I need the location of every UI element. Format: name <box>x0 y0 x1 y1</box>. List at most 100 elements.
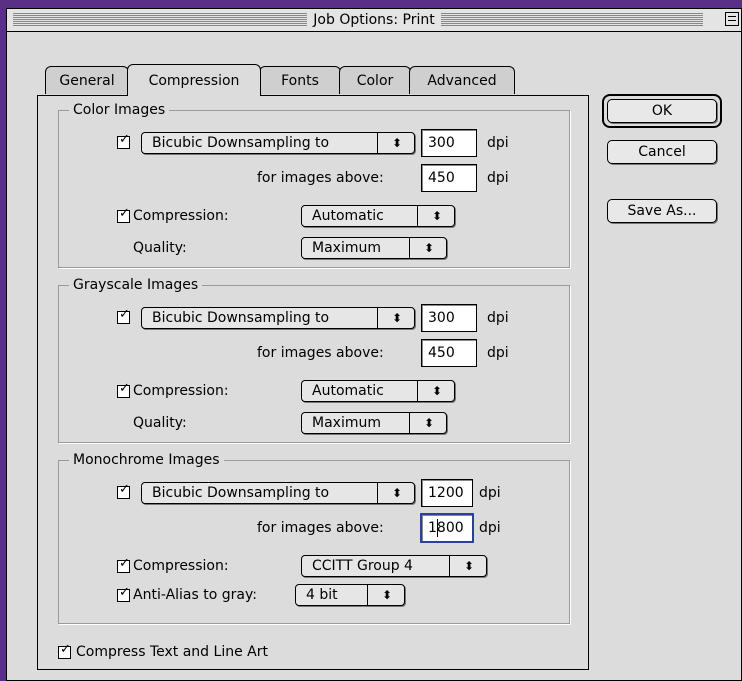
job-options-window: Job Options: Print General Compression F… <box>6 8 742 681</box>
cancel-button[interactable]: Cancel <box>607 140 717 164</box>
tab-color-label: Color <box>356 73 394 89</box>
mono-above-dpi-label: dpi <box>479 520 501 536</box>
collapse-box-icon[interactable] <box>725 12 739 26</box>
compression-panel: Color Images ✓ Bicubic Downsampling to ⬍… <box>37 95 589 670</box>
popup-arrows-icon: ⬍ <box>381 588 392 602</box>
mono-downsample-method: Bicubic Downsampling to <box>152 485 330 501</box>
gray-quality-popup[interactable]: Maximum ⬍ <box>301 412 447 434</box>
check-mark-icon: ✓ <box>119 381 130 396</box>
compress-text-label: Compress Text and Line Art <box>76 644 268 660</box>
check-mark-icon: ✓ <box>119 307 130 322</box>
gray-downsample-popup[interactable]: Bicubic Downsampling to ⬍ <box>141 307 415 329</box>
mono-compression-value: CCITT Group 4 <box>312 558 413 574</box>
popup-arrows-icon: ⬍ <box>431 209 442 223</box>
color-images-group: Color Images ✓ Bicubic Downsampling to ⬍… <box>58 101 570 268</box>
color-compression-checkbox[interactable]: ✓ <box>117 206 130 223</box>
popup-separator <box>377 483 378 503</box>
gray-above-value: 450 <box>428 345 455 361</box>
save-as-button-label: Save As... <box>627 203 697 219</box>
mono-compression-popup[interactable]: CCITT Group 4 ⬍ <box>301 555 487 577</box>
compress-text-checkbox[interactable]: ✓ <box>58 642 71 659</box>
ok-button-label: OK <box>651 103 673 119</box>
color-above-value: 450 <box>428 170 455 186</box>
color-images-title: Color Images <box>69 101 170 119</box>
tab-color[interactable]: Color <box>339 66 411 94</box>
popup-separator <box>409 238 410 258</box>
gray-downsample-method: Bicubic Downsampling to <box>152 310 330 326</box>
gray-downsample-checkbox[interactable]: ✓ <box>117 307 130 324</box>
color-compression-popup[interactable]: Automatic ⬍ <box>301 205 455 227</box>
monochrome-images-title: Monochrome Images <box>69 451 224 469</box>
gray-resolution-value: 300 <box>428 310 455 326</box>
popup-separator <box>409 413 410 433</box>
color-resolution-value: 300 <box>428 135 455 151</box>
popup-separator <box>377 133 378 153</box>
text-caret <box>437 519 438 537</box>
tab-fonts[interactable]: Fonts <box>259 66 341 94</box>
color-downsample-popup[interactable]: Bicubic Downsampling to ⬍ <box>141 132 415 154</box>
color-resolution-field[interactable]: 300 <box>421 129 477 157</box>
cancel-button-label: Cancel <box>638 144 686 160</box>
popup-separator <box>417 381 418 401</box>
gray-compression-value: Automatic <box>312 383 384 399</box>
color-above-field[interactable]: 450 <box>421 164 477 192</box>
gray-above-dpi-label: dpi <box>487 345 509 361</box>
tab-general[interactable]: General <box>45 66 129 94</box>
gray-resolution-field[interactable]: 300 <box>421 304 477 332</box>
popup-arrows-icon: ⬍ <box>391 486 402 500</box>
mono-resolution-value: 1200 <box>428 485 464 501</box>
gray-compression-label: Compression: <box>133 383 229 399</box>
gray-above-label: for images above: <box>257 345 384 361</box>
tab-advanced-label: Advanced <box>427 73 497 89</box>
color-compression-label: Compression: <box>133 208 229 224</box>
ok-button[interactable]: OK <box>607 99 717 123</box>
title-bar[interactable]: Job Options: Print <box>7 9 741 32</box>
tab-fonts-label: Fonts <box>281 73 319 89</box>
color-quality-value: Maximum <box>312 240 381 256</box>
tab-compression[interactable]: Compression <box>127 64 261 96</box>
popup-separator <box>449 556 450 576</box>
popup-arrows-icon: ⬍ <box>423 416 434 430</box>
mono-above-value: 1800 <box>428 520 464 536</box>
color-above-label: for images above: <box>257 170 384 186</box>
mono-downsample-checkbox[interactable]: ✓ <box>117 482 130 499</box>
gray-above-field[interactable]: 450 <box>421 339 477 367</box>
grayscale-images-title: Grayscale Images <box>69 276 203 294</box>
color-compression-value: Automatic <box>312 208 384 224</box>
check-mark-icon: ✓ <box>60 642 71 657</box>
tab-advanced[interactable]: Advanced <box>409 66 515 94</box>
window-title-wrap: Job Options: Print <box>7 11 741 29</box>
mono-downsample-popup[interactable]: Bicubic Downsampling to ⬍ <box>141 482 415 504</box>
color-quality-popup[interactable]: Maximum ⬍ <box>301 237 447 259</box>
save-as-button[interactable]: Save As... <box>607 199 717 223</box>
check-mark-icon: ✓ <box>119 556 130 571</box>
mono-above-label: for images above: <box>257 520 384 536</box>
tab-compression-label: Compression <box>148 73 240 89</box>
anti-alias-checkbox[interactable]: ✓ <box>117 585 130 602</box>
gray-compression-popup[interactable]: Automatic ⬍ <box>301 380 455 402</box>
gray-compression-checkbox[interactable]: ✓ <box>117 381 130 398</box>
grayscale-images-group: Grayscale Images ✓ Bicubic Downsampling … <box>58 276 570 443</box>
anti-alias-label: Anti-Alias to gray: <box>133 587 257 603</box>
window-title: Job Options: Print <box>307 12 441 28</box>
gray-dpi-label: dpi <box>487 310 509 326</box>
mono-compression-checkbox[interactable]: ✓ <box>117 556 130 573</box>
popup-arrows-icon: ⬍ <box>431 384 442 398</box>
check-mark-icon: ✓ <box>119 206 130 221</box>
color-downsample-method: Bicubic Downsampling to <box>152 135 330 151</box>
mono-dpi-label: dpi <box>479 485 501 501</box>
check-mark-icon: ✓ <box>119 482 130 497</box>
tab-general-label: General <box>59 73 115 89</box>
check-mark-icon: ✓ <box>119 132 130 147</box>
popup-separator <box>417 206 418 226</box>
color-downsample-checkbox[interactable]: ✓ <box>117 132 130 149</box>
popup-arrows-icon: ⬍ <box>391 311 402 325</box>
mono-resolution-field[interactable]: 1200 <box>421 479 473 507</box>
popup-arrows-icon: ⬍ <box>423 241 434 255</box>
mono-above-field[interactable]: 1800 <box>420 513 474 543</box>
color-quality-label: Quality: <box>133 240 187 256</box>
anti-alias-popup[interactable]: 4 bit ⬍ <box>295 584 405 606</box>
anti-alias-value: 4 bit <box>306 587 338 603</box>
gray-quality-value: Maximum <box>312 415 381 431</box>
popup-separator <box>367 585 368 605</box>
